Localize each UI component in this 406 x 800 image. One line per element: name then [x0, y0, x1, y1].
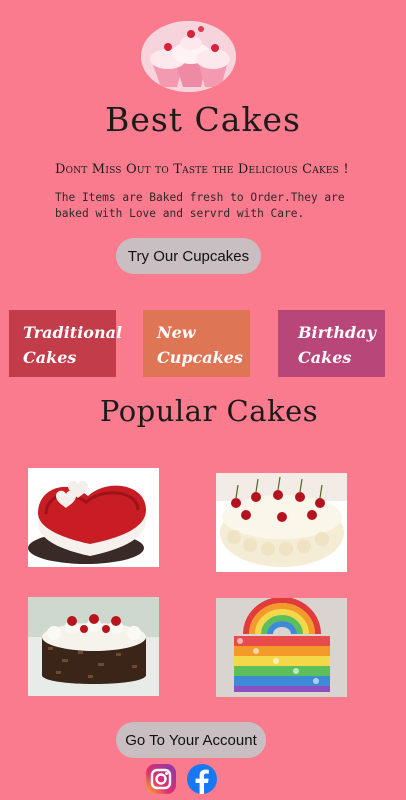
cherry-cream-cake-image[interactable]	[216, 473, 347, 572]
category-label-line2: Cakes	[298, 348, 352, 367]
instagram-glyph	[146, 764, 176, 794]
cherry-cream-cake-icon	[216, 473, 347, 572]
facebook-glyph	[187, 764, 217, 794]
category-label-line1: New	[157, 323, 196, 342]
try-cupcakes-button[interactable]: Try Our Cupcakes	[116, 238, 261, 274]
description: The Items are Baked fresh to Order.They …	[55, 191, 345, 220]
rainbow-cake-image[interactable]	[216, 598, 347, 697]
category-label-line1: Birthday	[298, 323, 376, 342]
black-forest-cake-icon	[28, 597, 159, 696]
black-forest-cake-image[interactable]	[28, 597, 159, 696]
instagram-icon[interactable]	[144, 763, 178, 795]
category-new-cupcakes[interactable]: New Cupcakes	[143, 310, 250, 377]
go-to-account-button[interactable]: Go To Your Account	[116, 722, 266, 758]
tagline: Dont Miss Out to Taste the Delicious Cak…	[55, 162, 349, 177]
red-velvet-heart-cake-icon	[28, 468, 159, 567]
category-label-line2: Cupcakes	[157, 348, 243, 367]
category-label-line2: Cakes	[23, 348, 77, 367]
category-label-line1: Traditional	[23, 323, 123, 342]
red-velvet-heart-cake-image[interactable]	[28, 468, 159, 567]
cupcakes-icon	[141, 21, 236, 92]
facebook-icon[interactable]	[185, 763, 219, 795]
category-traditional-cakes[interactable]: Traditional Cakes	[9, 310, 123, 377]
page-title: Best Cakes	[105, 100, 301, 139]
popular-cakes-heading: Popular Cakes	[99, 394, 319, 428]
category-birthday-cakes[interactable]: Birthday Cakes	[278, 310, 385, 377]
page: Best Cakes Dont Miss Out to Taste the De…	[0, 0, 406, 800]
cupcakes-logo	[141, 21, 236, 92]
rainbow-cake-icon	[216, 598, 347, 697]
